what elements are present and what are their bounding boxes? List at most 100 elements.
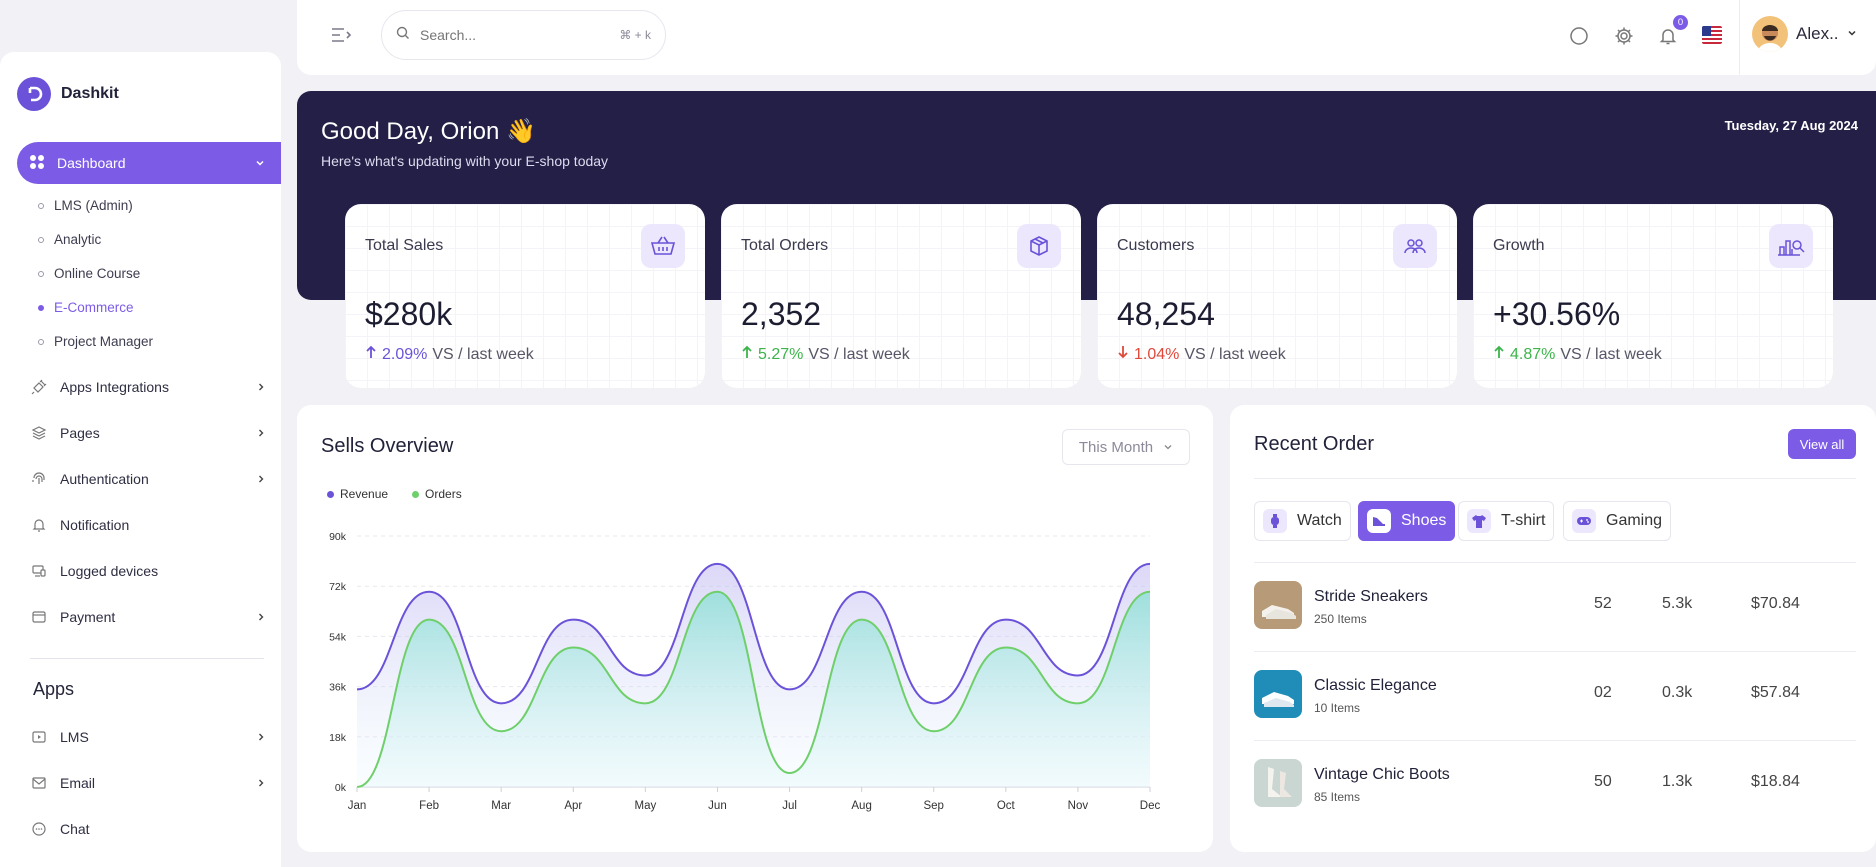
x-tick-label: Jan [348,800,367,812]
bullet-icon [38,270,44,277]
product-qty: 02 [1594,684,1612,701]
us-flag-icon[interactable] [1702,26,1722,44]
x-tick-label: Jun [708,800,727,812]
greeting-subtitle: Here's what's updating with your E-shop … [321,153,609,169]
sidebar-item-notification[interactable]: Notification [30,516,266,534]
y-tick-label: 36k [329,682,347,694]
brand[interactable]: Dashkit [17,77,119,111]
sidebar-item-pages[interactable]: Pages [30,424,266,442]
sidebar-item-label: Chat [60,821,90,837]
stat-change-value: 4.87% [1510,345,1556,363]
product-thumbnail [1254,759,1302,807]
devices-icon [30,562,48,580]
sidebar-subitem-lms-admin[interactable]: LMS (Admin) [38,198,133,213]
x-tick-label: Apr [564,800,582,812]
x-tick-label: Feb [419,800,439,812]
x-tick-label: Mar [491,800,511,812]
sidebar-item-chat[interactable]: Chat [30,820,266,838]
sidebar-subitem-project-manager[interactable]: Project Manager [38,334,153,349]
product-price: $57.84 [1751,684,1800,701]
notification-badge: 0 [1673,15,1688,30]
basket-icon [641,224,685,268]
current-date: Tuesday, 27 Aug 2024 [1724,118,1858,133]
sidebar-item-apps-integrations[interactable]: Apps Integrations [30,378,266,396]
chat-icon [30,820,48,838]
sells-overview-panel: Sells Overview This Month Revenue Orders… [297,405,1213,852]
table-row[interactable]: Classic Elegance 10 Items 02 0.3k $57.84 [1254,651,1856,740]
sidebar-subitem-label: LMS (Admin) [54,198,133,213]
tab-label: Gaming [1606,512,1663,529]
sidebar-item-dashboard[interactable]: Dashboard [17,142,281,184]
stat-change-value: 1.04% [1134,345,1180,363]
fingerprint-icon [30,470,48,488]
greeting: Good Day, Orion 👋 [321,118,536,145]
tab-gaming[interactable]: Gaming [1563,501,1672,541]
search-box[interactable]: ⌘ + k [381,10,666,60]
search-input[interactable] [420,27,610,43]
theme-toggle-icon[interactable] [1567,24,1591,48]
sidebar-item-label: Pages [60,425,100,441]
view-all-button[interactable]: View all [1788,429,1856,459]
x-tick-label: Aug [851,800,871,812]
y-tick-label: 72k [329,581,347,593]
search-shortcut: ⌘ + k [619,28,651,42]
arrow-down-icon [1117,345,1129,364]
bell-icon [30,516,48,534]
sidebar-item-label: Authentication [60,471,149,487]
stat-value: $280k [365,296,453,332]
table-row[interactable]: Stride Sneakers 250 Items 52 5.3k $70.84 [1254,562,1856,651]
arrow-up-icon [365,345,377,364]
user-menu[interactable]: Alex.. [1752,16,1857,52]
x-tick-label: Oct [997,800,1016,812]
sidebar-subitem-label: Project Manager [54,334,154,349]
product-items: 250 Items [1314,612,1367,626]
logo-icon [17,77,51,111]
sidebar-item-email[interactable]: Email [30,774,266,792]
sidebar-item-logged-devices[interactable]: Logged devices [30,562,266,580]
x-tick-label: May [634,800,656,812]
table-row[interactable]: Vintage Chic Boots 85 Items 50 1.3k $18.… [1254,740,1856,829]
stat-card-total-sales: Total Sales $280k 2.09% VS / last week [345,204,705,388]
product-thumbnail [1254,581,1302,629]
y-tick-label: 0k [335,782,347,794]
tab-shoes[interactable]: Shoes [1358,501,1456,541]
menu-toggle-icon[interactable] [330,24,352,51]
topbar-separator [1739,0,1740,75]
product-sold: 0.3k [1662,684,1693,701]
tshirt-icon [1467,509,1491,533]
gear-icon[interactable] [1612,24,1636,48]
tab-watch[interactable]: Watch [1254,501,1351,541]
sidebar-item-authentication[interactable]: Authentication [30,470,266,488]
sidebar-subitem-online-course[interactable]: Online Course [38,266,140,281]
topbar: ⌘ + k [297,0,1876,75]
sidebar-item-label: Apps Integrations [60,379,169,395]
dashboard-icon [29,154,45,173]
product-qty: 52 [1594,595,1612,612]
product-name: Classic Elegance [1314,677,1437,694]
x-tick-label: Dec [1140,800,1161,812]
sidebar-item-label: Payment [60,609,116,625]
sidebar-item-lms[interactable]: LMS [30,728,266,746]
arrow-up-icon [1493,345,1505,364]
divider [1254,478,1856,479]
stat-card-growth: Growth +30.56% 4.87% VS / last week [1473,204,1833,388]
stat-title: Customers [1117,237,1195,254]
product-items: 10 Items [1314,701,1361,715]
sidebar-subitem-label: Online Course [54,266,141,281]
sidebar-subitem-analytic[interactable]: Analytic [38,232,101,247]
product-name: Stride Sneakers [1314,588,1428,605]
sidebar-item-payment[interactable]: Payment [30,608,266,626]
sidebar-subitem-ecommerce[interactable]: E-Commerce [38,300,134,315]
sidebar-item-label: Email [60,775,96,791]
stat-card-customers: Customers 48,254 1.04% VS / last week [1097,204,1457,388]
gamepad-icon [1572,509,1596,533]
bullet-icon [38,338,44,345]
chart-search-icon [1769,224,1813,268]
y-tick-label: 90k [329,531,347,543]
tab-tshirt[interactable]: T-shirt [1458,501,1555,541]
x-tick-label: Jul [782,800,797,812]
y-tick-label: 18k [329,732,347,744]
product-price: $18.84 [1751,773,1800,790]
watch-icon [1263,509,1287,533]
sidebar-item-label: Logged devices [60,563,159,579]
